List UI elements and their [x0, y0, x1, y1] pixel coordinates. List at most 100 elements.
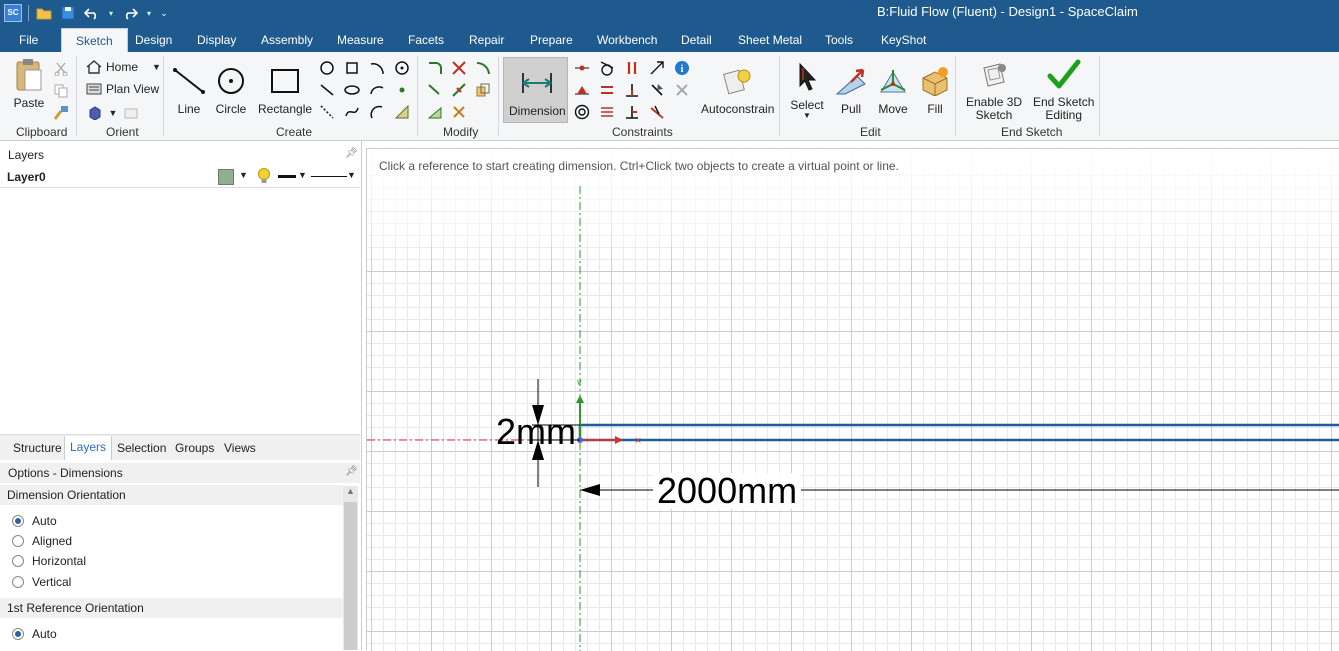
snap-view-icon[interactable]	[122, 104, 140, 122]
tab-repair[interactable]: Repair	[469, 28, 504, 52]
line-weight-dropdown-icon[interactable]: ▼	[298, 170, 307, 180]
face-curve-icon[interactable]	[393, 103, 411, 121]
tab-prepare[interactable]: Prepare	[530, 28, 573, 52]
circle-tool-button[interactable]: Circle	[214, 64, 248, 116]
undo-dropdown-icon[interactable]: ▾	[107, 4, 115, 22]
extend-curve-icon[interactable]	[426, 81, 444, 99]
spline-curve-icon[interactable]	[343, 103, 361, 121]
radio-auto[interactable]: Auto	[12, 514, 57, 528]
tab-assembly[interactable]: Assembly	[261, 28, 313, 52]
tab-detail[interactable]: Detail	[681, 28, 712, 52]
radio-button[interactable]	[12, 515, 24, 527]
arc-icon[interactable]	[368, 59, 386, 77]
end-sketch-editing-button[interactable]: End Sketch Editing	[1033, 58, 1094, 122]
polygon-icon[interactable]	[318, 59, 336, 77]
format-painter-icon[interactable]	[52, 104, 70, 122]
autoconstrain-button[interactable]: Autoconstrain	[701, 64, 774, 116]
ellipse-icon[interactable]	[343, 81, 361, 99]
sweep-arc-icon[interactable]	[368, 81, 386, 99]
tab-display[interactable]: Display	[197, 28, 236, 52]
concentric-icon[interactable]	[573, 103, 591, 121]
undo-icon[interactable]	[83, 4, 101, 22]
radio-button[interactable]	[12, 576, 24, 588]
perpendicular-icon[interactable]	[623, 81, 641, 99]
offset-curve-icon[interactable]	[474, 59, 492, 77]
trim-away-icon[interactable]	[450, 59, 468, 77]
perpendicular-angle-icon[interactable]	[648, 59, 666, 77]
redo-dropdown-icon[interactable]: ▾	[145, 4, 153, 22]
home-dropdown-icon[interactable]: ▼	[152, 62, 161, 72]
tangent-rectangle-icon[interactable]	[343, 59, 361, 77]
tab-sheet-metal[interactable]: Sheet Metal	[738, 28, 802, 52]
horizontal-icon[interactable]	[623, 103, 641, 121]
tab-measure[interactable]: Measure	[337, 28, 384, 52]
coincident-icon[interactable]	[573, 59, 591, 77]
tangent-icon[interactable]	[598, 59, 616, 77]
home-button[interactable]: Home ▼	[86, 60, 161, 74]
view-cube-icon[interactable]	[86, 104, 104, 122]
save-icon[interactable]	[59, 4, 77, 22]
pull-button[interactable]: Pull	[834, 64, 868, 116]
info-icon[interactable]: i	[673, 59, 691, 77]
tab-sketch[interactable]: Sketch	[61, 28, 128, 52]
midpoint-icon[interactable]	[573, 81, 591, 99]
layer-color-dropdown-icon[interactable]: ▼	[239, 170, 248, 180]
radio-button[interactable]	[12, 628, 24, 640]
pin-icon[interactable]: 📌︎	[345, 148, 358, 159]
tab-workbench[interactable]: Workbench	[597, 28, 657, 52]
customize-qat-icon[interactable]: ⌄	[159, 4, 169, 22]
radio-aligned[interactable]: Aligned	[12, 534, 72, 548]
view-dropdown-icon[interactable]: ▼	[104, 104, 122, 122]
tab-views[interactable]: Views	[224, 441, 256, 455]
lightbulb-icon[interactable]	[256, 167, 272, 188]
line-tool-button[interactable]: Line	[172, 64, 206, 116]
plan-view-button[interactable]: Plan View	[86, 82, 159, 96]
open-folder-icon[interactable]	[35, 4, 53, 22]
radio-button[interactable]	[12, 535, 24, 547]
tab-groups[interactable]: Groups	[175, 441, 214, 455]
paste-button[interactable]: Paste	[12, 58, 46, 110]
symmetric-icon[interactable]	[598, 103, 616, 121]
tab-layers[interactable]: Layers	[64, 436, 113, 460]
scrollbar-thumb[interactable]	[344, 502, 357, 650]
options-pin-icon[interactable]: 📌︎	[345, 466, 358, 477]
equal-length-icon[interactable]	[598, 81, 616, 99]
parallel-icon[interactable]	[623, 59, 641, 77]
dimension-2mm-value[interactable]: 2mm	[492, 414, 580, 450]
radio-horizontal[interactable]: Horizontal	[12, 554, 86, 568]
fill-button[interactable]: Fill	[918, 64, 952, 116]
tab-facets[interactable]: Facets	[408, 28, 444, 52]
rectangle-tool-button[interactable]: Rectangle	[258, 64, 312, 116]
tab-design[interactable]: Design	[135, 28, 172, 52]
select-dropdown-icon[interactable]: ▼	[803, 112, 811, 120]
tab-file[interactable]: File	[19, 28, 38, 52]
cut-icon[interactable]	[52, 60, 70, 78]
dimension-button[interactable]: Dimension	[509, 66, 566, 118]
scroll-up-icon[interactable]: ▲	[346, 486, 355, 496]
scale-icon[interactable]	[426, 103, 444, 121]
tangent-arc-icon[interactable]	[368, 103, 386, 121]
create-rounded-corner-icon[interactable]	[426, 59, 444, 77]
spline-icon[interactable]	[318, 81, 336, 99]
sketch-canvas[interactable]: Click a reference to start creating dime…	[366, 148, 1339, 651]
tab-tools[interactable]: Tools	[825, 28, 853, 52]
dimension-2000mm-value[interactable]: 2000mm	[653, 473, 802, 509]
select-button[interactable]: Select ▼	[790, 60, 824, 120]
enable-3d-sketch-button[interactable]: Enable 3D Sketch	[966, 58, 1022, 122]
radio-button[interactable]	[12, 555, 24, 567]
split-curve-icon[interactable]	[450, 81, 468, 99]
layer-row[interactable]: Layer0 ▼ ▼ ▼	[0, 166, 360, 188]
point-icon[interactable]	[393, 81, 411, 99]
tab-keyshot[interactable]: KeyShot	[881, 28, 926, 52]
fix-icon[interactable]	[648, 81, 666, 99]
project-icon[interactable]	[474, 81, 492, 99]
layer-color-swatch[interactable]	[218, 169, 234, 185]
tab-selection[interactable]: Selection	[117, 441, 166, 455]
line-style-dropdown-icon[interactable]: ▼	[347, 170, 356, 180]
construction-line-icon[interactable]	[318, 103, 336, 121]
radio-first-ref-auto[interactable]: Auto	[12, 627, 57, 641]
line-weight-icon[interactable]	[278, 175, 296, 178]
redo-icon[interactable]	[121, 4, 139, 22]
app-logo[interactable]: SC	[4, 4, 22, 22]
copy-icon[interactable]	[52, 82, 70, 100]
